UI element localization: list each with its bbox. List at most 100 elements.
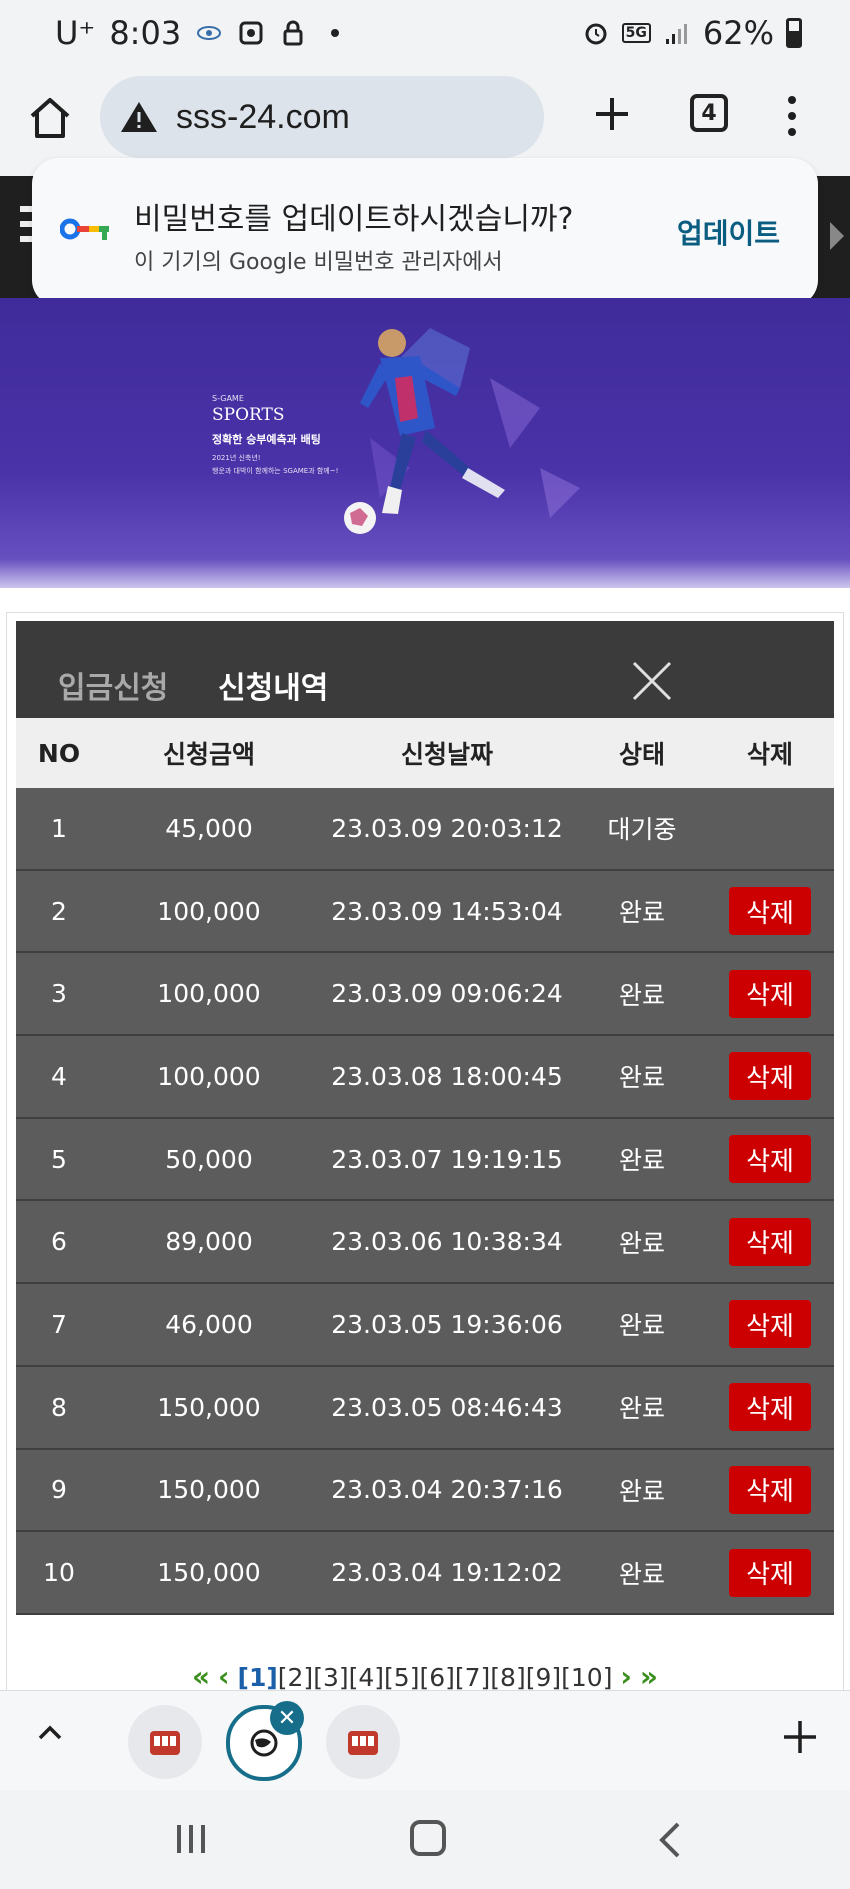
column-header-amount: 신청금액 <box>162 740 255 769</box>
cell-status: 완료 <box>618 980 665 1010</box>
prompt-subtitle: 이 기기의 Google 비밀번호 관리자에서 <box>134 250 503 275</box>
address-bar[interactable]: sss-24.com <box>100 76 544 158</box>
slot-machine-icon <box>150 1731 180 1755</box>
cell-amount: 50,000 <box>165 1144 253 1174</box>
delete-button[interactable]: 삭제 <box>729 1135 811 1184</box>
delete-button[interactable]: 삭제 <box>729 1300 811 1349</box>
tab-group-bar: ✕ <box>0 1690 850 1790</box>
tab-request-history[interactable]: 신청내역 <box>218 663 328 707</box>
page-link-6[interactable]: [6] <box>419 1663 454 1692</box>
table-row: 10 150,000 23.03.04 19:12:02 완료 삭제 <box>16 1532 834 1615</box>
chevron-up-icon[interactable] <box>36 1719 64 1747</box>
cell-status: 완료 <box>618 1146 665 1176</box>
cell-date: 23.03.09 09:06:24 <box>331 979 563 1009</box>
cell-status: 완료 <box>618 898 665 928</box>
page-link-3[interactable]: [3] <box>313 1663 348 1692</box>
cell-no: 7 <box>51 1309 67 1339</box>
tab-deposit-request[interactable]: 입금신청 <box>58 663 168 707</box>
banner-subtitle: 정확한 승부예측과 배팅 <box>212 433 321 446</box>
cell-date: 23.03.08 18:00:45 <box>331 1061 563 1091</box>
password-update-prompt: 비밀번호를 업데이트하시겠습니까? 이 기기의 Google 비밀번호 관리자에… <box>32 158 818 306</box>
delete-button[interactable]: 삭제 <box>729 887 811 936</box>
status-right: 5G 62% <box>582 14 802 52</box>
banner-title: SPORTS <box>212 405 285 425</box>
tab-switcher-button[interactable]: 4 <box>690 94 728 132</box>
page-link-10[interactable]: [10] <box>561 1663 612 1692</box>
back-icon[interactable] <box>656 1820 684 1860</box>
cell-no: 1 <box>51 813 67 843</box>
tab-chip-slot-1[interactable] <box>128 1705 202 1779</box>
tab-chip-active[interactable]: ✕ <box>226 1701 304 1781</box>
status-bar: U⁺ 8:03 5G 62% <box>0 0 850 70</box>
tab-chip-slot-2[interactable] <box>326 1705 400 1779</box>
cell-date: 23.03.06 10:38:34 <box>331 1227 563 1257</box>
page-link-2[interactable]: [2] <box>278 1663 313 1692</box>
cell-amount: 100,000 <box>157 1061 261 1091</box>
more-menu-icon[interactable] <box>780 92 804 140</box>
cell-amount: 100,000 <box>157 896 261 926</box>
status-left: U⁺ 8:03 <box>55 14 349 52</box>
warning-icon[interactable] <box>120 100 158 134</box>
new-tab-icon[interactable] <box>588 90 636 138</box>
home-icon[interactable] <box>26 94 74 142</box>
battery-percent: 62% <box>702 14 774 52</box>
recent-apps-icon[interactable] <box>174 1822 208 1856</box>
cell-status: 완료 <box>618 1559 665 1589</box>
cell-date: 23.03.04 20:37:16 <box>331 1475 563 1505</box>
cell-date: 23.03.05 08:46:43 <box>331 1392 563 1422</box>
page-link-8[interactable]: [8] <box>490 1663 525 1692</box>
signal-icon <box>665 24 687 44</box>
delete-button[interactable]: 삭제 <box>729 1052 811 1101</box>
delete-button[interactable]: 삭제 <box>729 969 811 1018</box>
cell-status: 대기중 <box>607 815 677 845</box>
delete-button[interactable]: 삭제 <box>729 1548 811 1597</box>
key-icon <box>60 218 109 240</box>
cell-status: 완료 <box>618 1311 665 1341</box>
cell-amount: 150,000 <box>157 1475 261 1505</box>
globe-icon <box>250 1729 278 1757</box>
page-link-9[interactable]: [9] <box>526 1663 561 1692</box>
add-tab-icon[interactable] <box>780 1717 820 1757</box>
table-row: 7 46,000 23.03.05 19:36:06 완료 삭제 <box>16 1284 834 1367</box>
banner-line2: 행운과 대박이 함께하는 SGAME과 함께~! <box>212 467 339 475</box>
tab-count: 4 <box>701 100 717 126</box>
next-page-link[interactable]: › <box>620 1660 632 1693</box>
sports-banner: S-GAME SPORTS 정확한 승부예측과 배팅 2021년 신축년! 행운… <box>0 298 850 588</box>
page-link-5[interactable]: [5] <box>384 1663 419 1692</box>
banner-brand: S-GAME <box>212 394 244 403</box>
slot-machine-icon <box>348 1731 378 1755</box>
chevron-right-icon[interactable] <box>830 222 844 250</box>
cell-status: 완료 <box>618 1228 665 1258</box>
column-header-date: 신청날짜 <box>400 740 493 769</box>
page-link-7[interactable]: [7] <box>455 1663 490 1692</box>
page-link-4[interactable]: [4] <box>349 1663 384 1692</box>
cell-no: 3 <box>51 979 67 1009</box>
cell-no: 10 <box>43 1558 75 1588</box>
update-button[interactable]: 업데이트 <box>677 212 780 252</box>
banner-text: S-GAME SPORTS 정확한 승부예측과 배팅 2021년 신축년! 행운… <box>212 394 338 476</box>
page-link-1[interactable]: [1] <box>238 1663 278 1692</box>
cell-amount: 89,000 <box>165 1227 253 1257</box>
delete-button[interactable]: 삭제 <box>729 1465 811 1514</box>
battery-icon <box>786 18 802 48</box>
cell-date: 23.03.09 20:03:12 <box>331 813 563 843</box>
table-row: 8 150,000 23.03.05 08:46:43 완료 삭제 <box>16 1366 834 1450</box>
close-icon[interactable] <box>630 659 674 703</box>
close-tab-icon[interactable]: ✕ <box>270 1701 304 1735</box>
delete-button[interactable]: 삭제 <box>729 1383 811 1432</box>
column-header-no: NO <box>37 738 81 768</box>
table-row: 3 100,000 23.03.09 09:06:24 완료 삭제 <box>16 953 834 1037</box>
first-page-link[interactable]: « <box>192 1660 210 1693</box>
system-nav-bar <box>0 1790 850 1889</box>
prev-page-link[interactable]: ‹ <box>218 1660 230 1693</box>
home-nav-icon[interactable] <box>410 1820 446 1856</box>
table-header: NO 신청금액 신청날짜 상태 삭제 <box>16 718 834 788</box>
prompt-title: 비밀번호를 업데이트하시겠습니까? <box>134 202 574 237</box>
delete-button[interactable]: 삭제 <box>729 1217 811 1266</box>
cell-no: 9 <box>51 1475 67 1505</box>
cell-no: 6 <box>51 1227 67 1257</box>
eye-comfort-icon <box>197 26 222 40</box>
last-page-link[interactable]: » <box>640 1660 658 1693</box>
notification-dot-icon <box>331 29 340 37</box>
screen-record-icon <box>239 21 263 45</box>
